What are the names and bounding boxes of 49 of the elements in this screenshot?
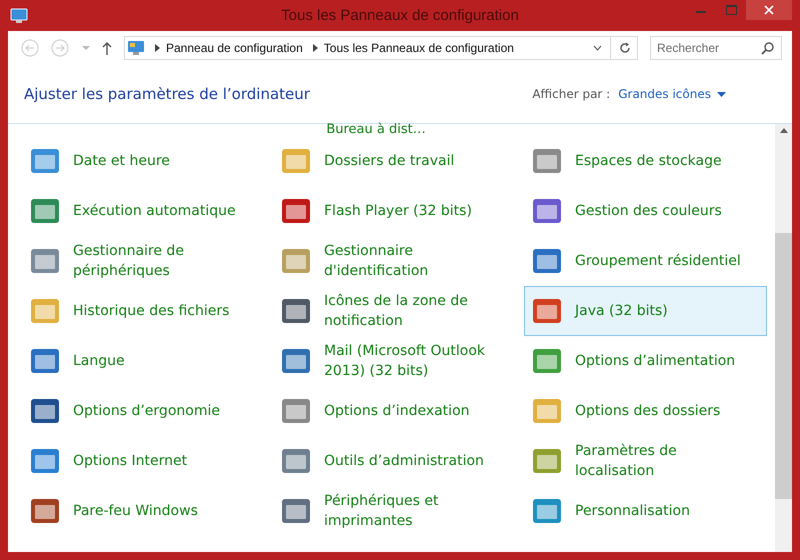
refresh-icon[interactable] [619,42,631,54]
control-panel-icon [10,8,28,24]
control-panel-item[interactable]: Mail (Microsoft Outlook 2013) (32 bits) [273,336,516,386]
control-panel-item[interactable]: Icônes de la zone de notification [273,286,516,336]
control-panel-item[interactable]: Groupement résidentiel [524,236,767,286]
maximize-icon [726,5,736,15]
view-label: Afficher par : [532,87,610,101]
control-panel-item[interactable]: Historique des fichiers [22,286,265,336]
page-heading: Ajuster les paramètres de l’ordinateur [24,85,311,103]
control-panel-item[interactable]: Gestion des couleurs [524,186,767,236]
chevron-icon [312,44,318,52]
control-panel-item[interactable]: Gestionnaire de périphériques [22,236,265,286]
close-icon [764,5,774,15]
window-title: Tous les Panneaux de configuration [280,7,520,24]
control-panel-link[interactable]: Bureau à dist… [270,124,519,136]
view-dropdown[interactable]: Grandes icônes [618,87,726,101]
control-panel-item[interactable]: Espaces de stockage [524,136,767,186]
up-arrow-icon[interactable] [102,42,112,54]
breadcrumb[interactable]: Tous les Panneaux de configuration [324,41,514,55]
scroll-thumb[interactable] [775,233,792,499]
control-panel-item[interactable]: Java (32 bits) [524,286,767,336]
control-panel-item[interactable]: Gestionnaire d'identification [273,236,516,286]
control-panel-item[interactable]: Pare-feu Windows [22,486,265,536]
control-panel-item[interactable]: Flash Player (32 bits) [273,186,516,236]
control-panel-icon [127,40,145,56]
search-icon [761,42,774,55]
control-panel-item[interactable]: Options d’alimentation [524,336,767,386]
chevron-down-icon[interactable] [593,45,602,51]
address-bar[interactable]: Panneau de configuration Tous les Panneaux de configuration [124,36,638,60]
control-panel-item[interactable]: Exécution automatique [22,186,265,236]
control-panel-item[interactable]: Options d’indexation [273,386,516,436]
close-button[interactable] [746,0,792,20]
control-panel-item[interactable]: Date et heure [22,136,265,186]
control-panel-item[interactable]: Paramètres de localisation [524,436,767,486]
control-panel-item[interactable]: Personnalisation [524,486,767,536]
control-panel-item[interactable]: Options d’ergonomie [22,386,265,436]
control-panel-item[interactable]: Outils d’administration [273,436,516,486]
control-panel-item[interactable]: Options Internet [22,436,265,486]
control-panel-item[interactable]: Options des dossiers [524,386,767,436]
caret-icon [717,92,726,96]
caret-icon[interactable] [82,46,90,50]
scroll-up-icon[interactable] [780,128,788,133]
control-panel-item[interactable]: Dossiers de travail [273,136,516,186]
chevron-icon [155,44,160,52]
scrollbar[interactable] [775,124,792,552]
search-field[interactable]: Rechercher [650,36,782,60]
control-panel-item[interactable]: Périphériques et imprimantes [273,486,516,536]
breadcrumb[interactable]: Panneau de configuration [166,41,303,55]
control-panel-item[interactable]: Langue [22,336,265,386]
